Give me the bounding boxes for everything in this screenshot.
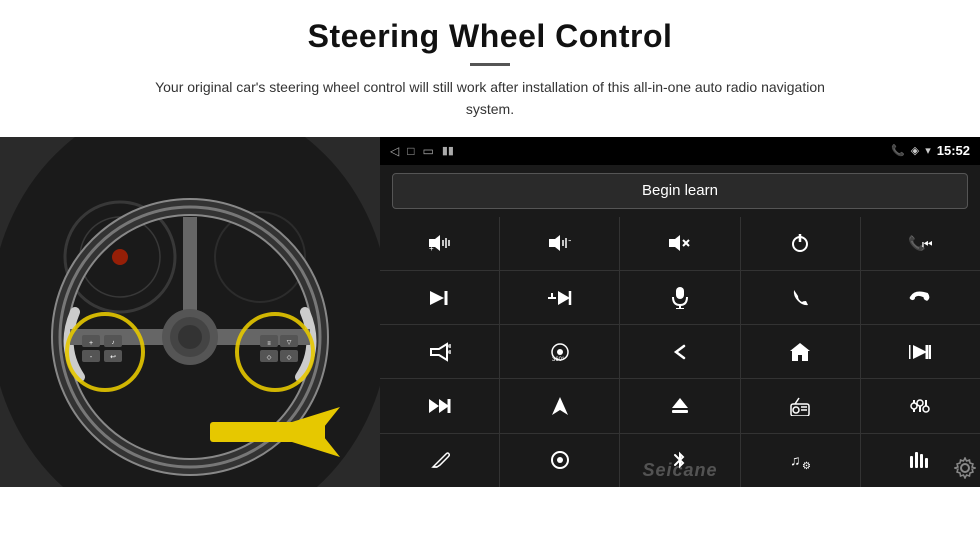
ctrl-horn[interactable] xyxy=(380,325,499,378)
ctrl-bluetooth[interactable] xyxy=(620,434,739,487)
svg-text:◇: ◇ xyxy=(267,355,272,361)
begin-learn-row: Begin learn xyxy=(380,165,980,217)
ctrl-back[interactable] xyxy=(620,325,739,378)
steering-wheel-image: + - ♪ ↩ ≡ ◇ ▽ ◇ xyxy=(0,137,380,487)
ctrl-seek-next[interactable] xyxy=(500,271,619,324)
phone-status-icon: 📞 xyxy=(891,144,905,157)
ctrl-home[interactable] xyxy=(741,325,860,378)
ctrl-circle[interactable] xyxy=(500,434,619,487)
ctrl-skip-next[interactable] xyxy=(380,271,499,324)
header-section: Steering Wheel Control Your original car… xyxy=(0,0,980,127)
location-icon: ◈ xyxy=(911,144,919,157)
svg-text:♫: ♫ xyxy=(790,452,801,468)
svg-text:◇: ◇ xyxy=(287,355,292,361)
battery-icon: ▮▮ xyxy=(442,144,454,157)
page-title: Steering Wheel Control xyxy=(60,18,920,55)
steering-section: + - ♪ ↩ ≡ ◇ ▽ ◇ xyxy=(0,137,380,487)
page-wrapper: Steering Wheel Control Your original car… xyxy=(0,0,980,548)
svg-text:+: + xyxy=(429,244,434,252)
ctrl-mic[interactable] xyxy=(620,271,739,324)
ctrl-prev-track[interactable] xyxy=(861,325,980,378)
ctrl-hangup[interactable] xyxy=(861,271,980,324)
svg-text:−: − xyxy=(568,236,571,247)
ctrl-360-camera[interactable]: 360° xyxy=(500,325,619,378)
ctrl-call[interactable] xyxy=(741,271,860,324)
headunit-section: ◁ □ ▭ ▮▮ 📞 ◈ ▾ 15:52 Begin learn xyxy=(380,137,980,487)
ctrl-music-settings[interactable]: ♫⚙ xyxy=(741,434,860,487)
begin-learn-button[interactable]: Begin learn xyxy=(392,173,968,209)
subtitle: Your original car's steering wheel contr… xyxy=(130,76,850,121)
time-display: 15:52 xyxy=(937,143,970,158)
recent-nav-icon[interactable]: ▭ xyxy=(422,144,433,158)
svg-text:↩: ↩ xyxy=(110,354,116,361)
ctrl-vol-up[interactable]: + xyxy=(380,217,499,270)
ctrl-edit[interactable] xyxy=(380,434,499,487)
svg-text:▽: ▽ xyxy=(287,340,292,346)
home-nav-icon[interactable]: □ xyxy=(407,144,414,158)
ctrl-fast-fwd[interactable] xyxy=(380,379,499,432)
controls-grid: + − 📞⏮ xyxy=(380,217,980,487)
ctrl-phone-prev[interactable]: 📞⏮ xyxy=(861,217,980,270)
ctrl-radio[interactable] xyxy=(741,379,860,432)
settings-gear-icon[interactable] xyxy=(954,457,976,485)
status-bar: ◁ □ ▭ ▮▮ 📞 ◈ ▾ 15:52 xyxy=(380,137,980,165)
title-divider xyxy=(470,63,510,66)
status-left: ◁ □ ▭ ▮▮ xyxy=(390,144,454,158)
ctrl-equalizer[interactable] xyxy=(861,379,980,432)
status-right: 📞 ◈ ▾ 15:52 xyxy=(891,143,970,158)
ctrl-navigate[interactable] xyxy=(500,379,619,432)
svg-text:♪: ♪ xyxy=(112,340,115,346)
ctrl-power[interactable] xyxy=(741,217,860,270)
svg-text:+: + xyxy=(89,340,93,347)
wifi-icon: ▾ xyxy=(925,144,931,157)
svg-text:360°: 360° xyxy=(552,357,565,363)
svg-text:⚙: ⚙ xyxy=(802,461,811,471)
ctrl-vol-down[interactable]: − xyxy=(500,217,619,270)
ctrl-eject[interactable] xyxy=(620,379,739,432)
svg-text:≡: ≡ xyxy=(267,341,271,347)
svg-text:⏮: ⏮ xyxy=(922,237,932,251)
back-nav-icon[interactable]: ◁ xyxy=(390,144,399,158)
content-row: + - ♪ ↩ ≡ ◇ ▽ ◇ xyxy=(0,137,980,548)
ctrl-mute[interactable] xyxy=(620,217,739,270)
